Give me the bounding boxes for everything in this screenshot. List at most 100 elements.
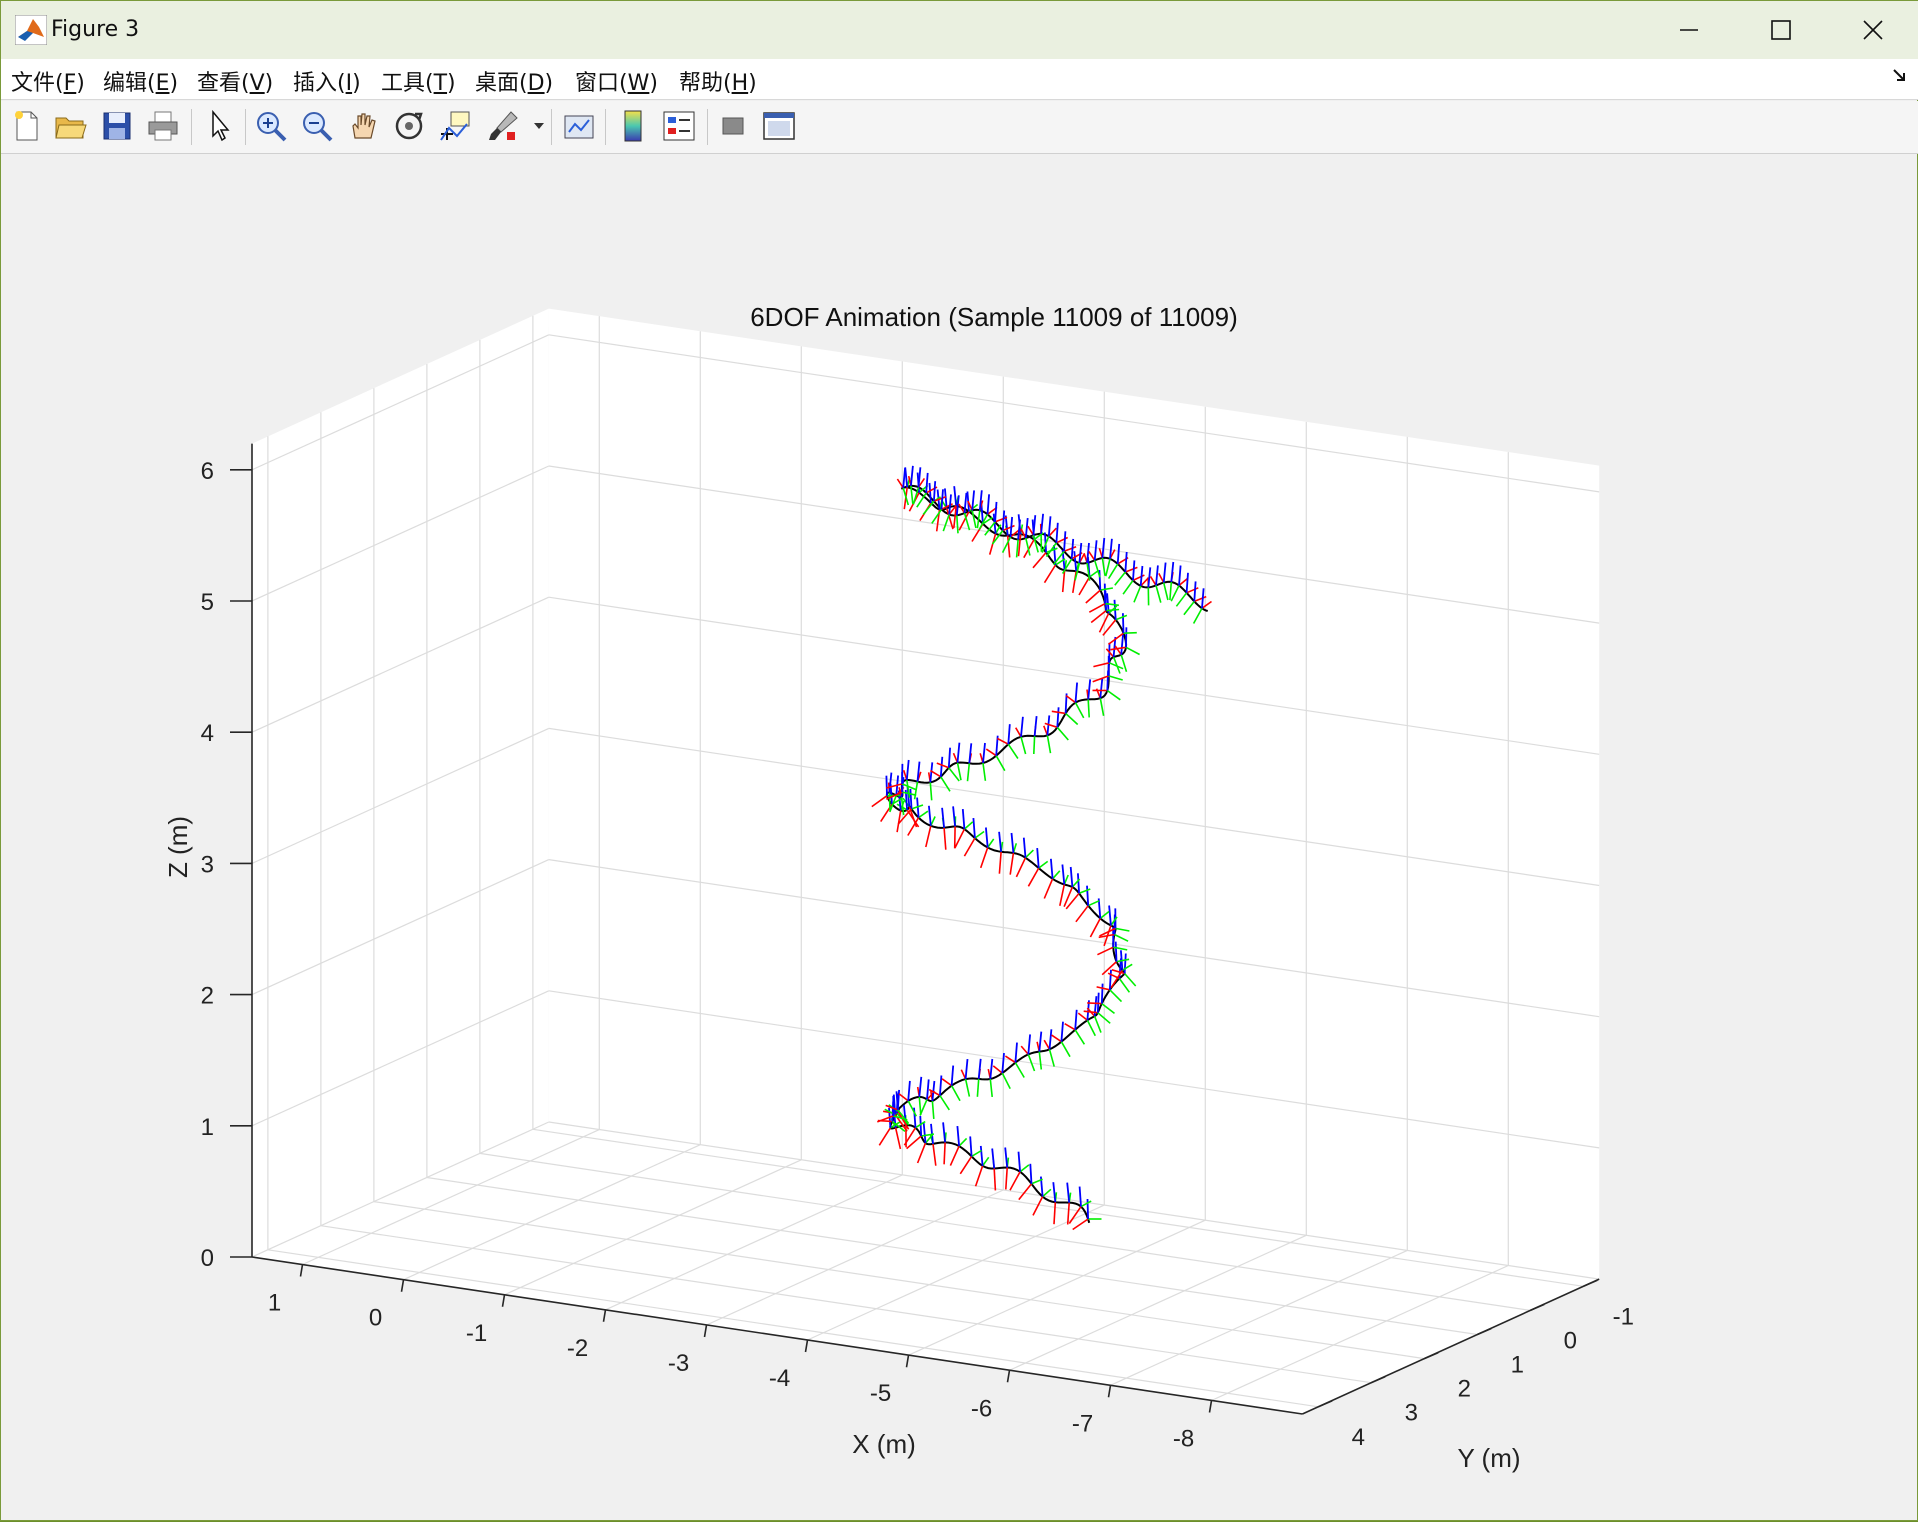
toolbar-separator — [605, 109, 606, 145]
window-title: Figure 3 — [51, 17, 139, 42]
axes-box — [252, 309, 1599, 1414]
z-tick-label: 0 — [201, 1245, 214, 1272]
z-tick-label: 4 — [201, 720, 214, 747]
body-z-arrow — [1102, 984, 1103, 1004]
print-icon[interactable] — [145, 108, 181, 144]
x-tick — [503, 1295, 505, 1307]
body-z-arrow — [920, 1116, 921, 1136]
chart-title: 6DOF Animation (Sample 11009 of 11009) — [750, 302, 1238, 332]
plot-area[interactable]: 1 0 -1 -2 -3 -4 -5 -6 -7 -8 -1 0 1 2 3 4 0 1 2 3 4 5 6 6DOF An… — [1, 154, 1918, 1522]
z-tick-label: 2 — [201, 983, 214, 1010]
z-axis-label: Z (m) — [163, 816, 193, 878]
matlab-logo-icon — [15, 15, 47, 45]
show-plot-tools-icon[interactable] — [761, 108, 797, 144]
rotate-3d-icon[interactable] — [391, 108, 427, 144]
menu-file[interactable]: 文件(F) — [11, 65, 85, 97]
select-arrow-icon[interactable] — [201, 108, 237, 144]
menu-desktop[interactable]: 桌面(D) — [475, 65, 553, 97]
menu-bar: 文件(F) 编辑(E) 查看(V) 插入(I) 工具(T) 桌面(D) 窗口(W… — [1, 59, 1918, 100]
body-z-arrow — [886, 776, 887, 796]
dock-figure-icon[interactable] — [1891, 67, 1907, 83]
body-y-arrow — [1106, 610, 1119, 611]
back-plane — [549, 309, 1599, 1280]
y-axis-label: Y (m) — [1457, 1443, 1520, 1473]
body-z-arrow — [1116, 942, 1117, 962]
x-tick-label: -2 — [567, 1335, 588, 1362]
open-file-icon[interactable] — [53, 108, 89, 144]
body-y-arrow — [1124, 633, 1137, 634]
body-x-arrow — [944, 1142, 945, 1164]
link-plot-icon[interactable] — [561, 108, 597, 144]
body-y-arrow — [1088, 699, 1089, 717]
body-z-arrow — [1087, 886, 1088, 906]
x-tick-label: -7 — [1072, 1410, 1093, 1437]
z-tick-label: 3 — [201, 851, 214, 878]
maximize-icon — [1770, 19, 1792, 41]
maximize-button[interactable] — [1735, 1, 1827, 59]
x-tick — [806, 1340, 808, 1352]
body-z-arrow — [1030, 1164, 1031, 1184]
save-icon[interactable] — [99, 108, 135, 144]
x-tick-label: -3 — [668, 1350, 689, 1377]
menu-insert[interactable]: 插入(I) — [293, 65, 361, 97]
minimize-icon — [1678, 19, 1700, 41]
minimize-button[interactable] — [1643, 1, 1735, 59]
x-tick-label: -4 — [769, 1365, 790, 1392]
figure-window: Figure 3 文件(F) 编辑(E) 查看(V) 插入(I) 工具(T) 桌… — [0, 0, 1918, 1521]
menu-window[interactable]: 窗口(W) — [575, 65, 658, 97]
x-tick — [402, 1280, 404, 1292]
x-tick — [604, 1310, 606, 1322]
y-tick-label: 3 — [1405, 1400, 1418, 1427]
toolbar-separator — [191, 109, 192, 145]
close-button[interactable] — [1827, 1, 1918, 59]
body-z-arrow — [1078, 873, 1079, 893]
colorbar-icon[interactable] — [615, 108, 651, 144]
x-tick-label: 1 — [268, 1290, 281, 1317]
y-tick-label: 2 — [1458, 1376, 1471, 1403]
menu-tools[interactable]: 工具(T) — [381, 65, 456, 97]
body-z-arrow — [1099, 570, 1100, 590]
body-y-arrow — [1034, 736, 1035, 754]
title-bar[interactable]: Figure 3 — [1, 1, 1918, 59]
z-tick-label: 6 — [201, 458, 214, 485]
x-tick — [301, 1265, 303, 1277]
x-tick — [907, 1355, 909, 1367]
legend-icon[interactable] — [661, 108, 697, 144]
menu-view[interactable]: 查看(V) — [197, 65, 273, 97]
brush-dropdown-icon[interactable] — [533, 121, 545, 131]
brush-icon[interactable] — [485, 108, 521, 144]
y-tick-label: 4 — [1352, 1424, 1365, 1451]
zoom-out-icon[interactable] — [299, 108, 335, 144]
x-tick — [1008, 1370, 1010, 1382]
menu-help[interactable]: 帮助(H) — [679, 65, 757, 97]
body-z-arrow — [910, 789, 911, 809]
menu-edit[interactable]: 编辑(E) — [103, 65, 178, 97]
body-y-arrow — [889, 793, 890, 811]
y-tick-label: -1 — [1613, 1303, 1634, 1330]
x-tick-label: 0 — [369, 1305, 382, 1332]
x-tick-label: -8 — [1173, 1426, 1194, 1453]
x-tick — [705, 1325, 707, 1337]
x-axis-label: X (m) — [852, 1429, 916, 1459]
toolbar-separator — [245, 109, 246, 145]
body-z-arrow — [1110, 970, 1111, 990]
x-tick — [1210, 1401, 1212, 1413]
x-tick-label: -1 — [466, 1320, 487, 1347]
body-z-arrow — [1125, 954, 1126, 974]
pan-hand-icon[interactable] — [345, 108, 381, 144]
body-x-arrow — [1087, 1003, 1102, 1004]
y-tick-label: 0 — [1564, 1327, 1577, 1354]
figure-toolbar — [1, 101, 1918, 154]
hide-plot-tools-icon[interactable] — [715, 108, 751, 144]
zoom-in-icon[interactable] — [253, 108, 289, 144]
x-tick-label: -6 — [971, 1395, 992, 1422]
new-figure-icon[interactable] — [9, 108, 45, 144]
z-tick-label: 5 — [201, 589, 214, 616]
close-icon — [1862, 19, 1884, 41]
y-tick-label: 1 — [1511, 1352, 1524, 1379]
x-tick — [1109, 1385, 1111, 1397]
x-tick-label: -5 — [870, 1380, 891, 1407]
side-plane — [252, 309, 549, 1257]
data-cursor-icon[interactable] — [437, 108, 473, 144]
z-tick-label: 1 — [201, 1114, 214, 1141]
